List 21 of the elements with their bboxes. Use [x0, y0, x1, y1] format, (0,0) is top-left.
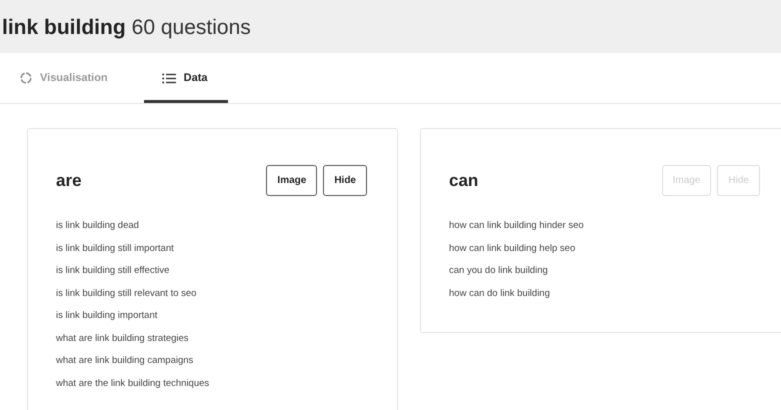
- question-text: how can do link building: [449, 288, 551, 300]
- question-text: is link building still effective: [56, 265, 170, 278]
- circle-icon: [20, 72, 32, 84]
- question-text: what are the link building techniques: [56, 378, 210, 390]
- topic-title: link building: [2, 16, 126, 40]
- question-text: how can link building help seo: [449, 242, 576, 256]
- question-text: can you do link building: [449, 265, 549, 278]
- question-text: is link building still important: [56, 242, 175, 256]
- card-heading: are: [56, 170, 82, 190]
- question-text: what are link building campaigns: [56, 355, 194, 368]
- question-text: how can link building hinder seo: [449, 220, 585, 233]
- question-text: is link building still relevant to seo: [56, 288, 198, 300]
- card-heading: can: [449, 170, 478, 190]
- question-count: 60 questions: [132, 16, 251, 40]
- question-text: is link building dead: [56, 220, 140, 233]
- card-button[interactable]: Image: [266, 165, 318, 196]
- question-text: is link building important: [56, 310, 158, 323]
- question-text: what are link building strategies: [56, 332, 190, 346]
- list-icon: [162, 72, 176, 84]
- tab[interactable]: Data: [144, 53, 228, 103]
- card-button[interactable]: Hide: [323, 165, 367, 196]
